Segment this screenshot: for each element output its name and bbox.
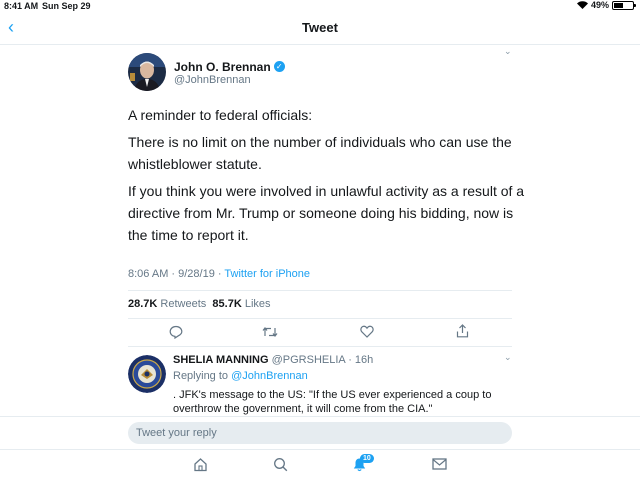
tweet-paragraph: A reminder to federal officials: bbox=[128, 107, 313, 123]
reply-time: · 16h bbox=[345, 354, 374, 366]
replying-to-label: Replying to bbox=[173, 370, 232, 382]
divider bbox=[0, 416, 640, 417]
reply-author-handle[interactable]: @PGRSHELIA bbox=[272, 354, 346, 366]
reply-icon[interactable] bbox=[169, 325, 183, 339]
status-bar: 8:41 AM Sun Sep 29 49% bbox=[0, 0, 640, 12]
replying-to-handle-link[interactable]: @JohnBrennan bbox=[231, 370, 308, 382]
reply-author-line: SHELIA MANNING @PGRSHELIA · 16h bbox=[173, 354, 373, 366]
reply-avatar[interactable] bbox=[128, 355, 166, 393]
reply-input-placeholder: Tweet your reply bbox=[136, 427, 217, 439]
like-heart-icon[interactable] bbox=[360, 325, 374, 338]
status-right: 49% bbox=[576, 0, 636, 10]
messages-envelope-icon[interactable] bbox=[432, 458, 447, 470]
likes-count[interactable]: 85.7K bbox=[212, 298, 241, 310]
nav-bar: ‹ Tweet bbox=[0, 12, 640, 45]
divider bbox=[128, 346, 512, 347]
tweet-stats: 28.7K Retweets 85.7K Likes bbox=[128, 298, 271, 310]
retweet-icon[interactable] bbox=[262, 326, 278, 338]
author-handle[interactable]: @JohnBrennan bbox=[174, 74, 251, 86]
reply-author-name[interactable]: SHELIA MANNING bbox=[173, 354, 269, 366]
retweets-label[interactable]: Retweets bbox=[160, 298, 206, 310]
tweet-menu-chevron-icon[interactable]: ⌄ bbox=[504, 46, 512, 57]
tweet-text: A reminder to federal officials: There i… bbox=[128, 104, 528, 246]
status-date: Sun Sep 29 bbox=[42, 1, 91, 11]
wifi-icon bbox=[576, 1, 588, 9]
tweet-meta: 8:06 AM · 9/28/19 · Twitter for iPhone bbox=[128, 268, 310, 280]
share-icon[interactable] bbox=[456, 324, 469, 338]
divider bbox=[128, 318, 512, 319]
battery-icon bbox=[612, 0, 636, 10]
tweet-paragraph: There is no limit on the number of indiv… bbox=[128, 134, 512, 172]
home-icon[interactable] bbox=[193, 457, 208, 472]
divider bbox=[128, 290, 512, 291]
tweet-timestamp: 8:06 AM · 9/28/19 · bbox=[128, 268, 225, 280]
status-time: 8:41 AM bbox=[4, 1, 39, 11]
reply-text: . JFK's message to the US: "If the US ev… bbox=[173, 389, 492, 415]
notifications-badge: 10 bbox=[360, 454, 374, 463]
author-name[interactable]: John O. Brennan bbox=[174, 60, 271, 74]
verified-badge-icon: ✓ bbox=[273, 61, 285, 73]
search-icon[interactable] bbox=[273, 457, 288, 472]
reply-input[interactable]: Tweet your reply bbox=[128, 422, 512, 444]
battery-percent: 49% bbox=[590, 0, 609, 10]
page-title: Tweet bbox=[302, 20, 338, 35]
avatar[interactable] bbox=[128, 53, 166, 91]
replying-to: Replying to @JohnBrennan bbox=[173, 370, 308, 382]
reply-menu-chevron-icon[interactable]: ⌄ bbox=[504, 352, 512, 363]
divider bbox=[0, 449, 640, 450]
likes-label[interactable]: Likes bbox=[245, 298, 271, 310]
tweet-paragraph: If you think you were involved in unlawf… bbox=[128, 183, 525, 243]
retweets-count[interactable]: 28.7K bbox=[128, 298, 157, 310]
tweet-source-link[interactable]: Twitter for iPhone bbox=[224, 268, 310, 280]
